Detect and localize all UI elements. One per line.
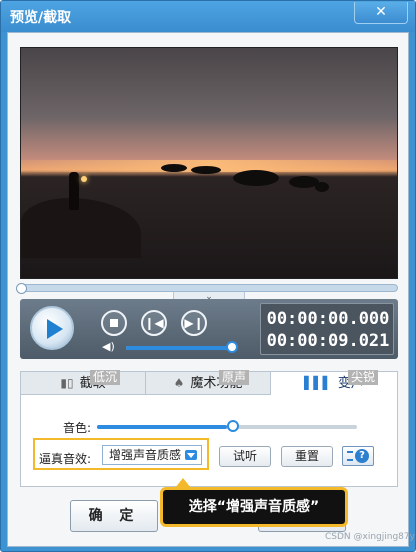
- seek-handle[interactable]: [16, 283, 27, 294]
- reset-button[interactable]: 重置: [281, 446, 333, 467]
- video-preview[interactable]: [20, 47, 398, 279]
- title-bar[interactable]: 预览/截取 ✕: [1, 1, 415, 32]
- close-icon: ✕: [375, 4, 387, 20]
- instruction-callout: 选择“增强声音质感”: [160, 487, 348, 527]
- pitch-low-label: 低沉: [90, 370, 121, 385]
- magic-hat-icon: ♠: [173, 376, 185, 390]
- help-icon: ?: [355, 449, 369, 463]
- stop-button[interactable]: [101, 310, 127, 336]
- video-rock: [233, 170, 279, 186]
- tab-voice-change[interactable]: ▌▌▌变声: [271, 372, 397, 395]
- trim-icon: ▮▯: [60, 376, 74, 390]
- effect-dropdown[interactable]: 增强声音质感: [102, 445, 202, 465]
- video-rock: [315, 182, 329, 192]
- watermark: CSDN @xingjing87y: [325, 532, 415, 542]
- listen-button[interactable]: 试听: [219, 446, 271, 467]
- volume-slider[interactable]: [126, 346, 232, 350]
- total-time: 00:00:09.021: [266, 331, 390, 351]
- pitch-fill: [97, 425, 227, 429]
- pitch-handle[interactable]: [227, 420, 239, 432]
- video-figure: [69, 172, 79, 210]
- help-button[interactable]: ?: [342, 446, 374, 466]
- effect-label: 逼真音效:: [39, 452, 92, 466]
- feature-tabs: ▮▯截取 ♠魔术功能 ▌▌▌变声: [20, 371, 398, 395]
- play-icon: [47, 319, 63, 339]
- next-frame-button[interactable]: ▶❙: [181, 310, 207, 336]
- stop-icon: [110, 319, 118, 327]
- chevron-down-icon: [185, 450, 197, 460]
- video-rock: [191, 166, 221, 174]
- video-sparkler: [81, 176, 87, 182]
- current-time: 00:00:00.000: [266, 309, 390, 329]
- playback-controls: ❙◀ ▶❙ ◀) 00:00:00.000 00:00:09.021: [20, 299, 398, 359]
- next-frame-icon: ▶❙: [184, 316, 204, 330]
- ok-button[interactable]: 确 定: [70, 500, 158, 532]
- time-display: 00:00:00.000 00:00:09.021: [260, 303, 394, 355]
- pitch-label: 音色:: [63, 421, 92, 435]
- volume-handle[interactable]: [226, 341, 238, 353]
- list-icon: [347, 451, 353, 461]
- pitch-mid-label: 原声: [219, 370, 250, 385]
- play-button[interactable]: [30, 306, 74, 350]
- pitch-high-label: 尖锐: [348, 370, 379, 385]
- tab-magic[interactable]: ♠ 魔术功能: [146, 372, 271, 395]
- previous-frame-button[interactable]: ❙◀: [141, 310, 167, 336]
- speaker-icon[interactable]: ◀): [102, 341, 116, 353]
- seek-bar[interactable]: [20, 284, 398, 292]
- previous-frame-icon: ❙◀: [144, 316, 164, 330]
- video-rock: [161, 164, 187, 172]
- close-button[interactable]: ✕: [354, 2, 408, 24]
- tab-trim[interactable]: ▮▯截取: [21, 372, 146, 395]
- window-title: 预览/截取: [10, 10, 72, 26]
- waveform-icon: ▌▌▌: [304, 376, 332, 390]
- video-shore: [21, 198, 141, 258]
- volume-fill: [126, 346, 232, 350]
- effect-selected-value: 增强声音质感: [109, 448, 182, 462]
